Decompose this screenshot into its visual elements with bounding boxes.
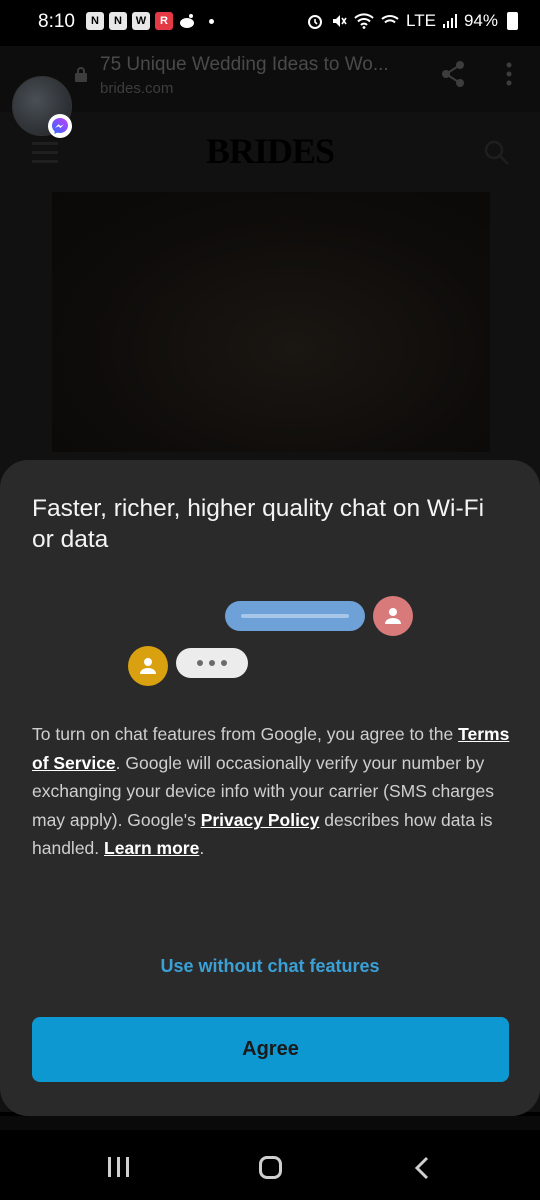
more-options-icon[interactable] [505,62,513,86]
battery-percent: 94% [463,11,498,30]
browser-toolbar: 75 Unique Wedding Ideas to Wo... brides.… [0,46,540,112]
person-icon [373,596,413,636]
background-scrim [0,1116,540,1130]
mute-icon [333,15,347,27]
notification-app-icon: W [132,12,150,30]
network-type: LTE [406,11,436,30]
body-text: . [199,838,205,859]
hero-image [52,192,490,452]
more-notifications-dot [209,18,214,24]
battery-icon [507,12,518,30]
messenger-icon [48,114,72,138]
wifi-calling-icon [381,15,399,24]
system-status-icons: LTE 94% [306,11,518,31]
notification-icons: N N W R [86,12,214,30]
browser-page-title[interactable]: 75 Unique Wedding Ideas to Wo... [100,54,420,76]
status-time: 8:10 [38,11,75,32]
notification-app-icon: R [155,12,173,30]
system-navigation-bar [0,1130,540,1200]
privacy-policy-link[interactable]: Privacy Policy [201,810,320,830]
home-icon[interactable] [259,1156,282,1179]
chat-illustration [0,596,540,688]
recents-icon[interactable] [108,1157,129,1177]
chat-features-dialog: Faster, richer, higher quality chat on W… [0,460,540,1116]
search-icon[interactable] [484,140,510,166]
person-icon [128,646,168,686]
learn-more-link[interactable]: Learn more [104,838,199,858]
typing-indicator-bubble [176,648,248,678]
notification-app-icon: N [109,12,127,30]
status-bar: 8:10 N N W R LTE 94% [0,0,540,46]
use-without-chat-features-button[interactable]: Use without chat features [0,956,540,977]
notification-app-icon: N [86,12,104,30]
reddit-icon [180,14,194,28]
wifi-icon [354,13,374,29]
agree-button[interactable]: Agree [32,1017,509,1082]
outgoing-message-bubble [225,601,365,631]
signal-icon [442,14,457,28]
back-icon[interactable] [413,1156,431,1180]
site-logo: BRIDES [205,131,335,171]
alarm-icon [308,15,323,29]
lock-icon [75,67,87,82]
share-icon[interactable] [440,60,466,88]
body-text: To turn on chat features from Google, yo… [32,724,459,744]
dialog-title: Faster, richer, higher quality chat on W… [32,495,485,553]
browser-domain[interactable]: brides.com [100,80,173,97]
dialog-body: To turn on chat features from Google, yo… [32,720,512,863]
